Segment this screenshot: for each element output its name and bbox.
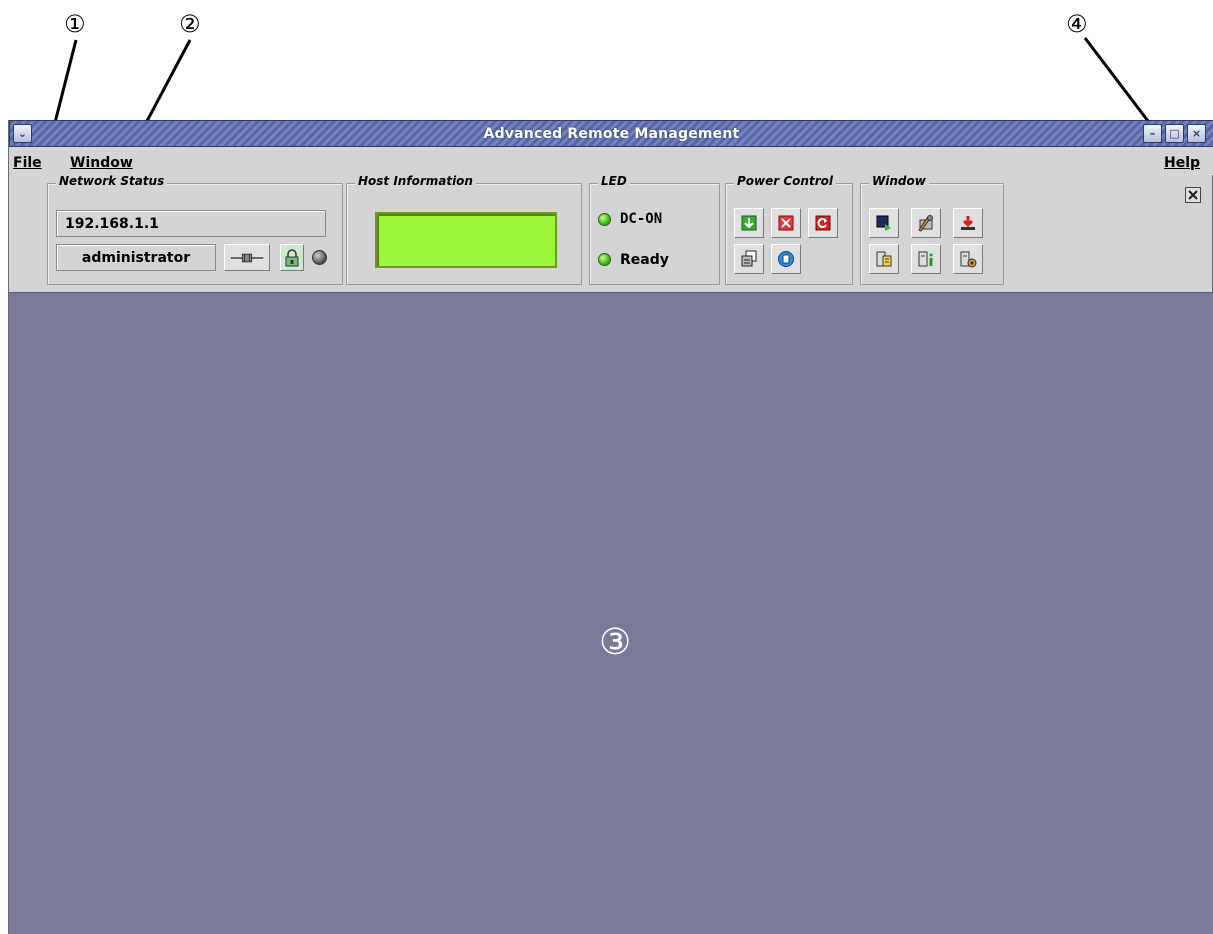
user-field: administrator [56,244,216,271]
host-information-group: Host Information [346,174,582,285]
install-icon[interactable] [953,208,983,238]
host-lcd-display [375,212,557,268]
maximize-icon[interactable]: □ [1165,124,1184,143]
callout-3: ③ [599,622,632,663]
callout-1: ① [64,10,86,38]
network-status-group: Network Status 192.168.1.1 administrator [47,174,343,285]
ready-label: Ready [620,252,669,268]
maintenance-tools-icon[interactable] [911,208,941,238]
network-status-label: Network Status [56,174,168,188]
callout-2: ② [179,10,201,38]
power-control-label: Power Control [734,174,836,188]
title-bar[interactable]: ⌄ Advanced Remote Management – □ × [9,120,1213,147]
window-group-label: Window [869,174,929,188]
lock-icon [280,244,304,271]
nmi-icon[interactable] [734,244,764,274]
led-group: LED DC-ON Ready [589,174,720,285]
toolbar-close-icon[interactable] [1185,187,1201,203]
remote-console-icon[interactable] [869,208,899,238]
led-label: LED [598,174,630,188]
app-window: ⌄ Advanced Remote Management – □ × File … [8,120,1213,934]
power-off-icon[interactable] [771,208,801,238]
minimize-icon[interactable]: – [1143,124,1162,143]
power-control-group: Power Control [725,174,853,285]
connection-icon [224,244,270,271]
power-on-icon[interactable] [734,208,764,238]
server-info-icon[interactable] [911,244,941,274]
dc-on-label: DC-ON [620,211,663,227]
menu-window[interactable]: Window [70,155,133,171]
close-icon[interactable]: × [1187,124,1206,143]
window-title: Advanced Remote Management [483,126,740,142]
server-settings-icon[interactable] [953,244,983,274]
reset-icon[interactable] [808,208,838,238]
menu-help[interactable]: Help [1164,155,1200,171]
status-indicator-icon [312,250,327,265]
host-information-label: Host Information [355,174,476,188]
event-log-icon[interactable] [869,244,899,274]
ip-address-field: 192.168.1.1 [56,210,326,237]
dc-on-led-icon [598,213,611,226]
window-tools-group: Window [860,174,1004,285]
menu-bar: File Window Help [9,147,1213,175]
menu-file[interactable]: File [13,155,42,171]
main-content-area[interactable]: ③ [9,292,1213,934]
ready-led-icon [598,253,611,266]
callout-4: ④ [1066,10,1088,38]
remote-batch-icon[interactable] [771,244,801,274]
